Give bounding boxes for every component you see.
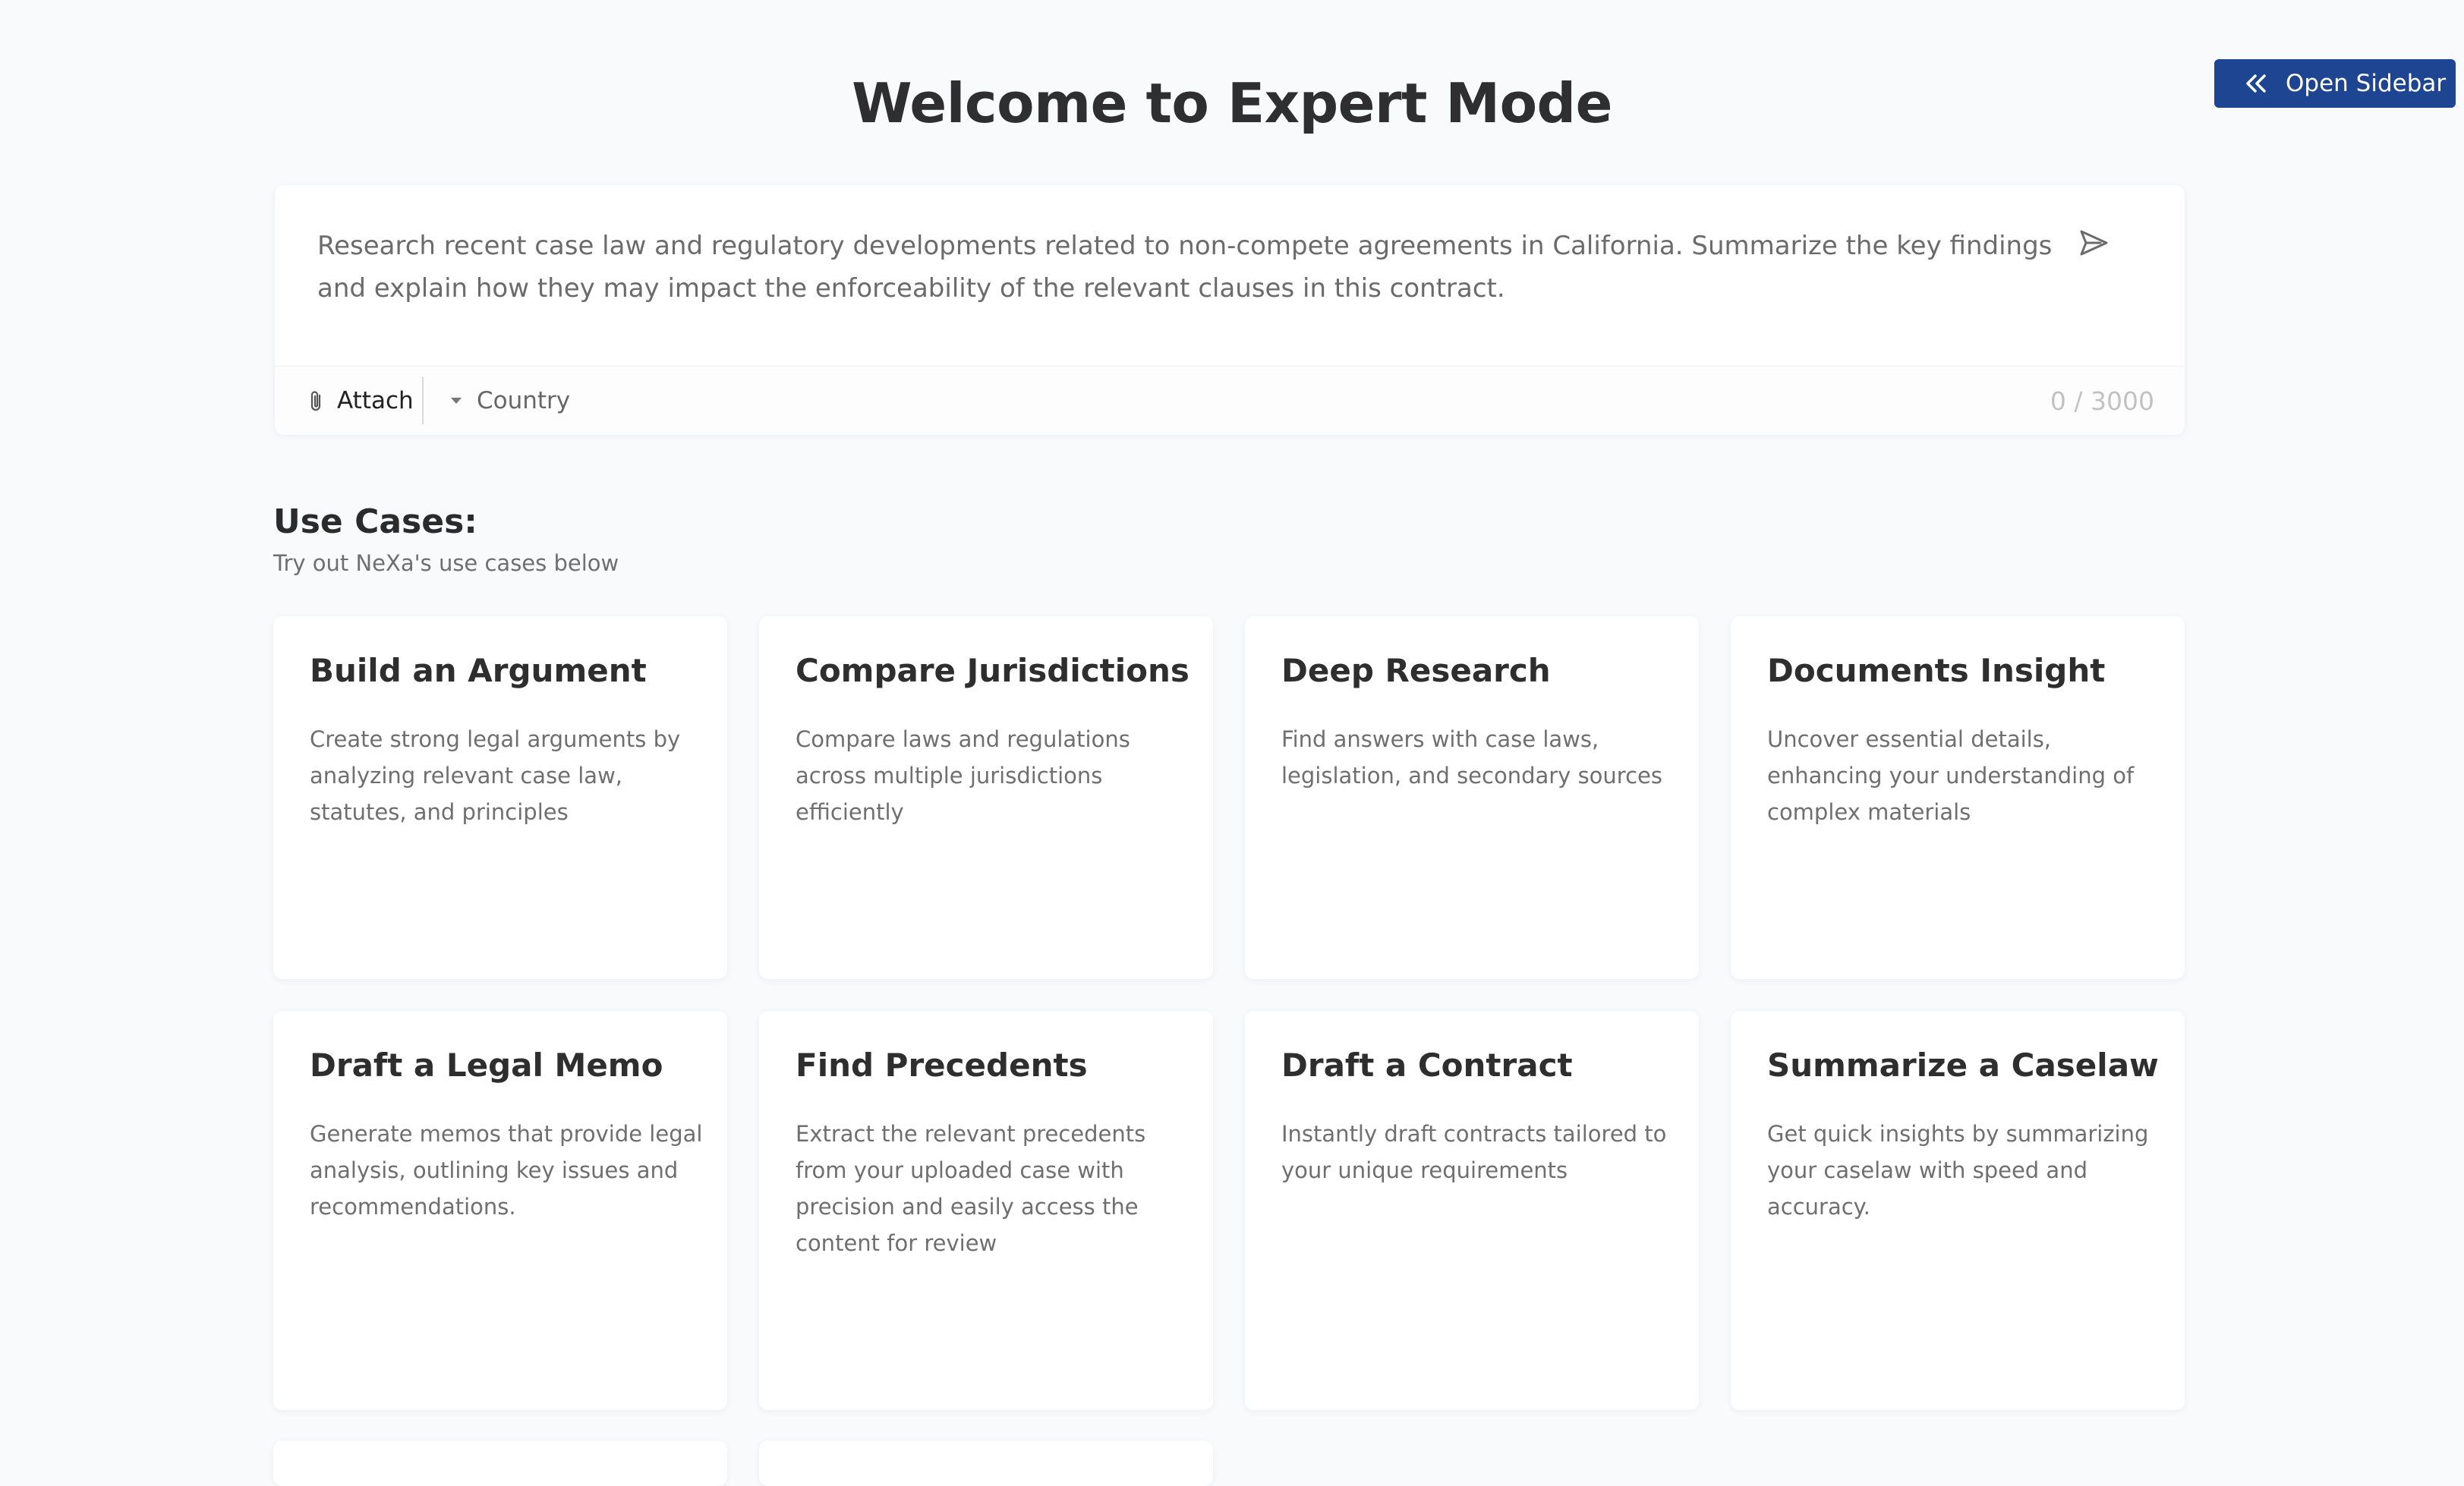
- card-title: Build an Argument: [310, 652, 647, 689]
- send-icon: [2080, 230, 2108, 256]
- use-case-card-summarize-caselaw[interactable]: Summarize a Caselaw Get quick insights b…: [1731, 1011, 2185, 1410]
- card-title: Find Precedents: [796, 1047, 1088, 1084]
- open-sidebar-label: Open Sidebar: [2286, 70, 2447, 97]
- character-count: 0 / 3000: [2050, 386, 2154, 416]
- card-title: Summarize a Caselaw: [1767, 1047, 2159, 1084]
- use-case-card-partial[interactable]: [273, 1440, 727, 1486]
- composer-footer: Attach Country 0 / 3000: [275, 366, 2185, 435]
- paperclip-icon: [307, 389, 326, 412]
- prompt-composer: Research recent case law and regulatory …: [275, 185, 2185, 435]
- use-case-card-build-argument[interactable]: Build an Argument Create strong legal ar…: [273, 616, 727, 979]
- prompt-input[interactable]: Research recent case law and regulatory …: [317, 225, 2063, 310]
- footer-divider: [422, 377, 424, 424]
- card-title: Draft a Contract: [1281, 1047, 1573, 1084]
- card-description: Generate memos that provide legal analys…: [310, 1121, 703, 1220]
- card-title: Compare Jurisdictions: [796, 652, 1189, 689]
- card-description: Get quick insights by summarizing your c…: [1767, 1121, 2149, 1220]
- double-chevron-left-icon: [2243, 71, 2269, 96]
- country-select[interactable]: Country: [451, 377, 570, 424]
- open-sidebar-button[interactable]: Open Sidebar: [2214, 59, 2456, 108]
- use-cases-heading: Use Cases:: [273, 502, 477, 541]
- use-cases-subtitle: Try out NeXa's use cases below: [273, 550, 619, 576]
- card-title: Deep Research: [1281, 652, 1551, 689]
- attach-button[interactable]: Attach: [307, 377, 414, 424]
- card-description: Instantly draft contracts tailored to yo…: [1281, 1121, 1667, 1183]
- use-case-card-documents-insight[interactable]: Documents Insight Uncover essential deta…: [1731, 616, 2185, 979]
- card-description: Compare laws and regulations across mult…: [796, 726, 1130, 825]
- country-placeholder: Country: [477, 387, 571, 414]
- attach-label: Attach: [337, 387, 414, 414]
- use-case-card-draft-contract[interactable]: Draft a Contract Instantly draft contrac…: [1245, 1011, 1699, 1410]
- use-case-card-draft-legal-memo[interactable]: Draft a Legal Memo Generate memos that p…: [273, 1011, 727, 1410]
- use-case-card-partial[interactable]: [759, 1440, 1213, 1486]
- use-case-card-compare-jurisdictions[interactable]: Compare Jurisdictions Compare laws and r…: [759, 616, 1213, 979]
- card-description: Uncover essential details, enhancing you…: [1767, 726, 2135, 825]
- use-case-card-deep-research[interactable]: Deep Research Find answers with case law…: [1245, 616, 1699, 979]
- caret-down-icon: [451, 398, 462, 404]
- send-button[interactable]: [2071, 220, 2116, 266]
- card-description: Find answers with case laws, legislation…: [1281, 726, 1662, 789]
- use-case-card-find-precedents[interactable]: Find Precedents Extract the relevant pre…: [759, 1011, 1213, 1410]
- card-description: Create strong legal arguments by analyzi…: [310, 726, 681, 825]
- card-title: Draft a Legal Memo: [310, 1047, 663, 1084]
- card-title: Documents Insight: [1767, 652, 2106, 689]
- card-description: Extract the relevant precedents from you…: [796, 1121, 1146, 1256]
- page-title: Welcome to Expert Mode: [852, 71, 1612, 135]
